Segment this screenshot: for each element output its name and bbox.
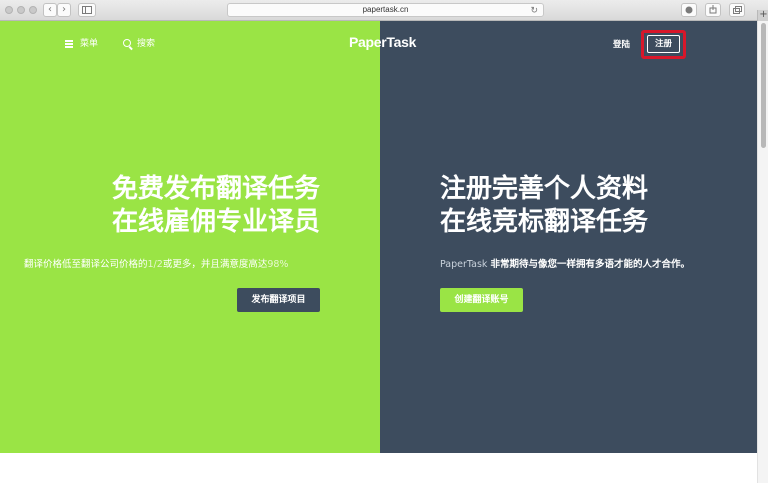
left-subtitle-ratio: 1/2 [147, 259, 163, 270]
left-subtitle-part1: 翻译价格低至翻译公司价格的 [24, 259, 148, 270]
left-subtitle: 翻译价格低至翻译公司价格的1/2或更多，并且满意度高达98% [24, 256, 288, 270]
downloads-button[interactable] [681, 3, 697, 17]
share-icon [709, 5, 717, 14]
right-subtitle: PaperTask 非常期待与像您一样拥有多语才能的人才合作。 [440, 256, 690, 270]
address-bar[interactable]: papertask.cn ↻ [227, 3, 544, 17]
zoom-window-button[interactable] [29, 6, 37, 14]
back-button[interactable]: ‹ [43, 3, 57, 17]
chevron-right-icon: › [62, 4, 66, 15]
right-headline-line2: 在线竞标翻译任务 [440, 207, 649, 237]
reload-icon[interactable]: ↻ [530, 4, 538, 16]
search-icon[interactable] [123, 39, 131, 47]
sidebar-toggle-button[interactable] [78, 3, 96, 17]
url-text: papertask.cn [362, 5, 409, 14]
site-logo[interactable]: PaperTask [349, 34, 416, 50]
plus-icon: + [759, 9, 768, 20]
left-subtitle-part3: 或更多，并且满意度高达 [162, 259, 268, 270]
scrollbar-thumb[interactable] [761, 23, 766, 148]
browser-toolbar: ‹ › papertask.cn ↻ [0, 0, 768, 21]
create-account-button[interactable]: 创建翻译账号 [440, 288, 523, 312]
forward-button[interactable]: › [57, 3, 71, 17]
register-button[interactable]: 注册 [647, 35, 680, 53]
left-headline-line2: 在线雇佣专业译员 [111, 207, 320, 237]
right-headline: 注册完善个人资料 在线竞标翻译任务 [440, 173, 648, 239]
chevron-left-icon: ‹ [48, 4, 52, 15]
share-button[interactable] [705, 3, 721, 17]
tabs-icon [732, 6, 742, 14]
publish-project-button[interactable]: 发布翻译项目 [237, 288, 320, 312]
tabs-overview-button[interactable] [729, 3, 745, 17]
hamburger-menu-icon[interactable] [65, 40, 73, 48]
download-icon [685, 6, 693, 14]
left-headline-line1: 免费发布翻译任务 [111, 174, 320, 204]
right-subtitle-text: 非常期待与像您一样拥有多语才能的人才合作。 [490, 259, 690, 270]
close-window-button[interactable] [5, 6, 13, 14]
login-link[interactable]: 登陆 [613, 38, 630, 50]
right-subtitle-brand: PaperTask [440, 259, 491, 270]
minimize-window-button[interactable] [17, 6, 25, 14]
right-headline-line1: 注册完善个人资料 [440, 174, 649, 204]
search-link[interactable]: 搜索 [137, 38, 155, 50]
left-headline: 免费发布翻译任务 在线雇佣专业译员 [112, 173, 320, 239]
new-tab-button[interactable]: + [757, 10, 768, 21]
menu-link[interactable]: 菜单 [80, 38, 98, 50]
left-subtitle-percent: 98% [267, 259, 289, 270]
page-below-fold [0, 453, 757, 483]
sidebar-icon [82, 6, 92, 14]
